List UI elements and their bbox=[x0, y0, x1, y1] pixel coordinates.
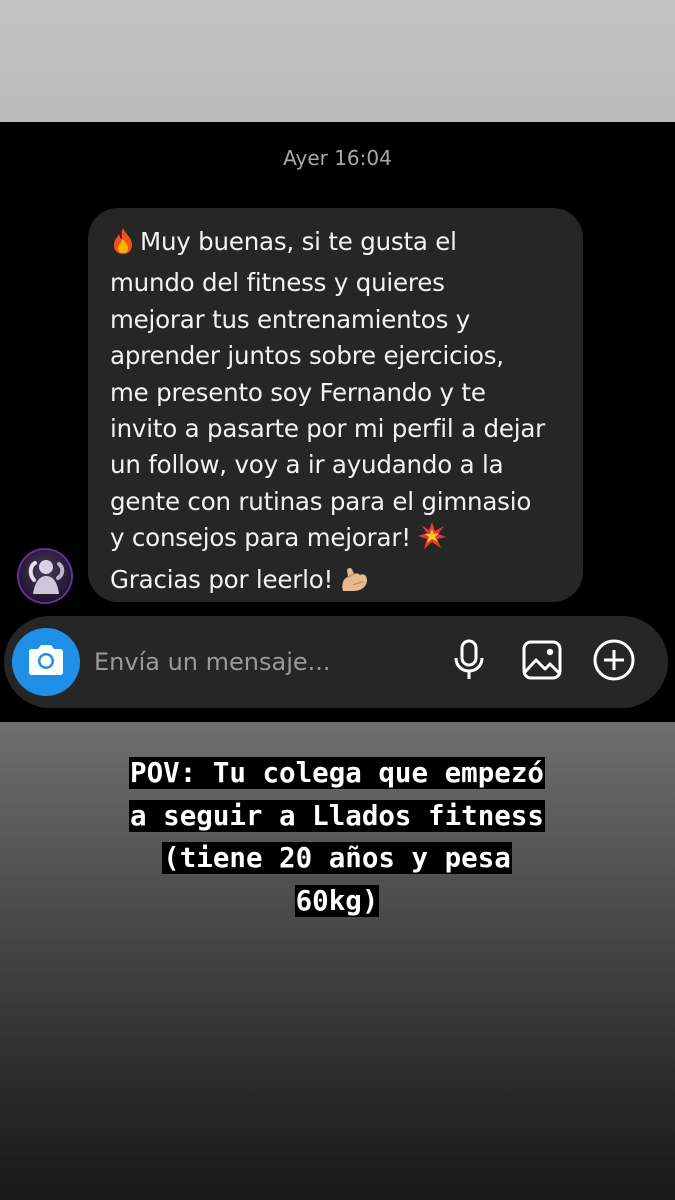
message-line-1-text: Muy buenas, si te gusta el bbox=[140, 227, 457, 256]
camera-button[interactable] bbox=[12, 628, 80, 696]
caption-line-1: POV: Tu colega que empezó bbox=[129, 757, 545, 789]
message-line-4: aprender juntos sobre ejercicios, bbox=[110, 341, 504, 371]
caption-background: POV: Tu colega que empezó a seguir a Lla… bbox=[0, 722, 675, 1200]
message-composer bbox=[4, 616, 668, 708]
fire-emoji bbox=[110, 227, 136, 265]
message-line-6: invito a pasarte por mi perfil a dejar bbox=[110, 414, 546, 444]
more-options-button[interactable] bbox=[590, 638, 638, 686]
caption-line-4: 60kg) bbox=[294, 884, 380, 917]
message-line-3: mejorar tus entrenamientos y bbox=[110, 304, 471, 334]
collision-emoji bbox=[417, 521, 447, 561]
top-background bbox=[0, 0, 675, 122]
message-line-9: y consejos para mejorar! bbox=[110, 520, 573, 561]
message-line-5: me presento soy Fernando y te bbox=[110, 377, 486, 407]
message-line-8: gente con rutinas para el gimnasio bbox=[110, 486, 532, 516]
message-line-10-text: Gracias por leerlo! bbox=[110, 564, 334, 594]
caption-line-2: a seguir a Llados fitness bbox=[129, 799, 545, 832]
message-line-1: Muy buenas, si te gusta el bbox=[110, 224, 573, 265]
gallery-icon bbox=[521, 639, 563, 685]
message-timestamp: Ayer 16:04 bbox=[283, 146, 392, 170]
chat-screenshot: Ayer 16:04 Muy buenas, si te gusta el mu… bbox=[0, 122, 675, 722]
camera-icon bbox=[26, 643, 66, 681]
message-line-2: mundo del fitness y quieres bbox=[110, 268, 445, 298]
caption-line-3: (tiene 20 años y pesa bbox=[162, 842, 512, 874]
voice-message-button[interactable] bbox=[445, 638, 493, 686]
message-line-10: Gracias por leerlo! bbox=[110, 562, 573, 603]
microphone-icon bbox=[451, 638, 487, 686]
message-input[interactable] bbox=[94, 640, 434, 684]
add-icon bbox=[592, 638, 636, 686]
message-line-7: un follow, voy a ir ayudando a la bbox=[110, 450, 504, 480]
flexed-biceps-emoji bbox=[339, 565, 369, 603]
message-line-9-text: y consejos para mejorar! bbox=[110, 523, 411, 553]
sender-avatar[interactable] bbox=[19, 550, 71, 602]
gallery-button[interactable] bbox=[518, 638, 566, 686]
message-bubble[interactable]: Muy buenas, si te gusta el mundo del fit… bbox=[88, 208, 583, 602]
story-caption: POV: Tu colega que empezó a seguir a Lla… bbox=[37, 752, 637, 922]
